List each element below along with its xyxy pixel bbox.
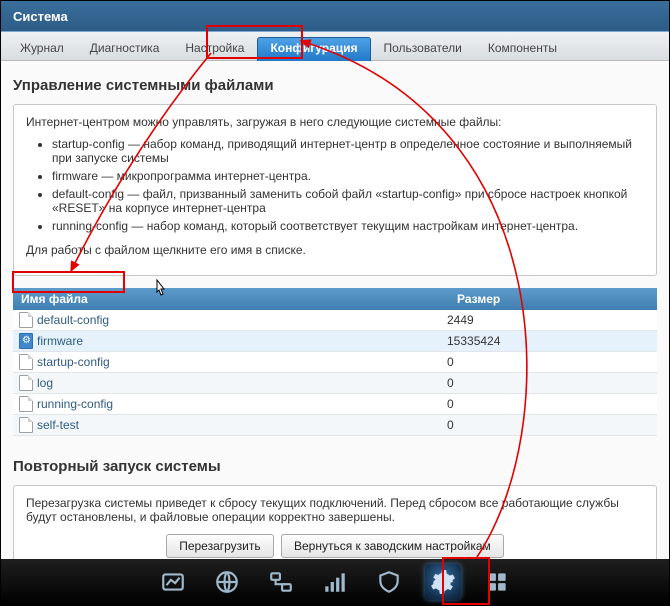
- file-icon: [19, 375, 33, 391]
- table-row-firmware[interactable]: firmware 15335424: [13, 331, 657, 352]
- dashboard-icon[interactable]: [155, 564, 191, 600]
- panel-files-desc: Интернет-центром можно управлять, загруж…: [13, 104, 657, 276]
- signal-icon[interactable]: [317, 564, 353, 600]
- system-gear-icon[interactable]: [425, 564, 461, 600]
- factory-reset-button[interactable]: Вернуться к заводским настройкам: [281, 534, 504, 558]
- bullet-default: default-config — файл, призванный замени…: [52, 187, 644, 215]
- file-icon: [19, 396, 33, 412]
- tab-configuration[interactable]: Конфигурация: [257, 37, 370, 61]
- bullet-startup: startup-config — набор команд, приводящи…: [52, 137, 644, 165]
- tab-settings[interactable]: Настройка: [172, 37, 257, 61]
- tab-users[interactable]: Пользователи: [371, 37, 475, 61]
- file-icon: [19, 354, 33, 370]
- file-icon: [19, 417, 33, 433]
- file-size: 0: [439, 376, 657, 390]
- reboot-button[interactable]: Перезагрузить: [166, 534, 273, 558]
- file-name: firmware: [37, 334, 83, 348]
- files-bullets: startup-config — набор команд, приводящи…: [26, 137, 644, 233]
- apps-grid-icon[interactable]: [479, 564, 515, 600]
- file-name: self-test: [37, 418, 79, 432]
- tab-diagnostics[interactable]: Диагностика: [77, 37, 173, 61]
- table-row[interactable]: default-config 2449: [13, 310, 657, 331]
- bullet-firmware: firmware — микропрограмма интернет-центр…: [52, 169, 644, 183]
- panel-reboot: Перезагрузка системы приведет к сбросу т…: [13, 485, 657, 569]
- file-name: startup-config: [37, 355, 110, 369]
- file-table-head: Имя файла Размер: [13, 288, 657, 310]
- file-name: default-config: [37, 313, 109, 327]
- app-title: Система: [13, 9, 68, 24]
- app-root: Система Журнал Диагностика Настройка Кон…: [0, 0, 670, 606]
- tab-bar: Журнал Диагностика Настройка Конфигураци…: [1, 32, 669, 61]
- app-header: Система: [1, 1, 669, 32]
- file-size: 0: [439, 418, 657, 432]
- file-size: 15335424: [439, 334, 657, 348]
- file-size: 2449: [439, 313, 657, 327]
- file-icon: [19, 312, 33, 328]
- file-size: 0: [439, 355, 657, 369]
- section-title-reboot: Повторный запуск системы: [13, 458, 657, 475]
- th-size: Размер: [449, 288, 657, 310]
- taskbar: [1, 559, 669, 605]
- table-row[interactable]: running-config 0: [13, 394, 657, 415]
- file-name: running-config: [37, 397, 113, 411]
- content: Управление системными файлами Интернет-ц…: [1, 61, 669, 591]
- tab-journal[interactable]: Журнал: [7, 37, 77, 61]
- section-title-files: Управление системными файлами: [13, 77, 657, 94]
- reboot-text: Перезагрузка системы приведет к сбросу т…: [26, 496, 644, 524]
- file-size: 0: [439, 397, 657, 411]
- file-name: log: [37, 376, 53, 390]
- files-intro: Интернет-центром можно управлять, загруж…: [26, 115, 644, 129]
- th-name: Имя файла: [13, 288, 449, 310]
- tab-components[interactable]: Компоненты: [475, 37, 570, 61]
- files-footer: Для работы с файлом щелкните его имя в с…: [26, 243, 644, 257]
- bullet-running: running-config — набор команд, который с…: [52, 219, 644, 233]
- table-row[interactable]: self-test 0: [13, 415, 657, 436]
- globe-icon[interactable]: [209, 564, 245, 600]
- gear-icon: [19, 333, 33, 349]
- network-icon[interactable]: [263, 564, 299, 600]
- table-row[interactable]: startup-config 0: [13, 352, 657, 373]
- file-table-body: default-config 2449 firmware 15335424 st…: [13, 310, 657, 436]
- shield-icon[interactable]: [371, 564, 407, 600]
- table-row[interactable]: log 0: [13, 373, 657, 394]
